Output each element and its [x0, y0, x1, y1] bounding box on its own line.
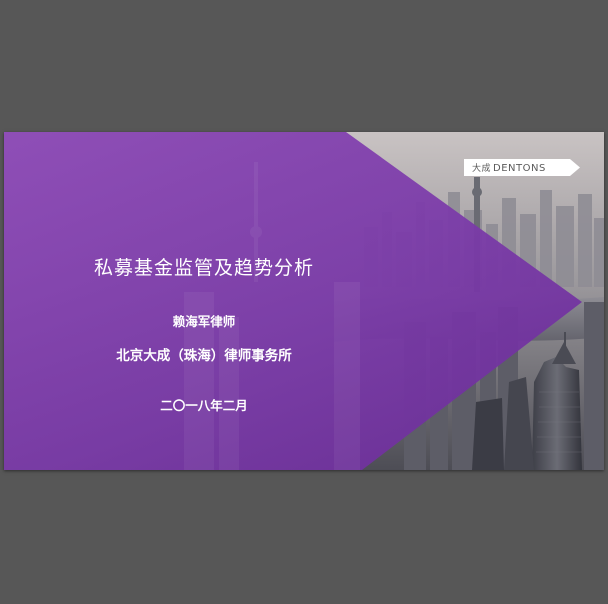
presentation-date: 二〇一八年二月	[160, 398, 248, 413]
logo-text: 大成 DENTONS	[472, 161, 546, 174]
dentons-logo: 大成 DENTONS	[464, 159, 580, 176]
slide-background	[4, 132, 604, 470]
logo-chinese: 大成	[472, 164, 492, 174]
presentation-slide[interactable]: 大成 DENTONS 私募基金监管及趋势分析 赖海军律师 北京大成（珠海）律师事务…	[4, 132, 604, 470]
document-viewer: 大成 DENTONS 私募基金监管及趋势分析 赖海军律师 北京大成（珠海）律师事务…	[0, 0, 608, 604]
logo-brand: DENTONS	[493, 163, 546, 174]
presenter-name: 赖海军律师	[172, 314, 236, 329]
slide-title: 私募基金监管及趋势分析	[93, 257, 314, 279]
law-firm-name: 北京大成（珠海）律师事务所	[116, 348, 292, 364]
